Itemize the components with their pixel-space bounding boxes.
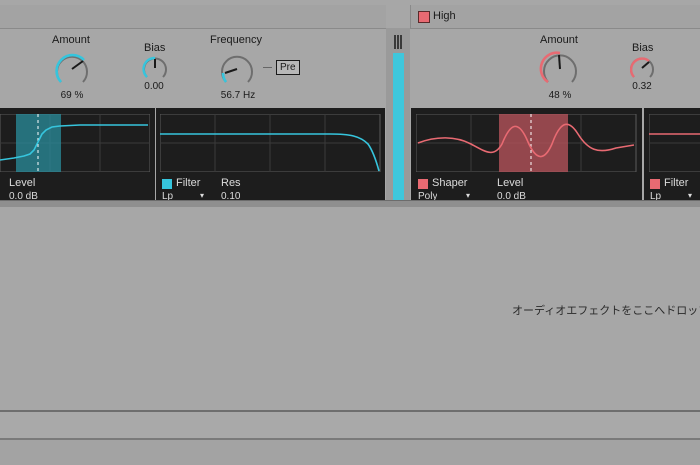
frequency-value: 56.7 Hz: [220, 90, 256, 101]
shaper-label: Shaper: [432, 177, 468, 189]
meter-handle[interactable]: [394, 35, 402, 49]
right-amount-knob[interactable]: [538, 48, 582, 90]
right-filter-type-select[interactable]: Lp: [650, 191, 661, 200]
level-value[interactable]: 0.0 dB: [9, 191, 38, 200]
filter-type-arrow-icon: ▾: [200, 191, 205, 200]
band-name: High: [433, 10, 456, 22]
footer-bar: [0, 412, 700, 438]
shaper-type-arrow-icon: ▾: [466, 191, 471, 200]
right-bias-value: 0.32: [632, 81, 652, 92]
shaper-type-select[interactable]: Poly: [418, 191, 437, 200]
right-level-value[interactable]: 0.0 dB: [497, 191, 526, 200]
right-filter-label: Filter: [664, 177, 689, 189]
right-amount-label: Amount: [540, 34, 578, 46]
filter-toggle[interactable]: [162, 179, 172, 189]
right-bias-label: Bias: [632, 42, 654, 54]
right-level-label: Level: [497, 177, 524, 189]
amount-label: Amount: [52, 34, 90, 46]
amount-value: 69 %: [60, 90, 84, 101]
amount-knob[interactable]: [51, 50, 93, 90]
footer-scrollbar[interactable]: [0, 440, 700, 465]
frequency-label: Frequency: [210, 34, 262, 46]
filter-type-select[interactable]: Lp: [162, 191, 173, 200]
shaper-curve: [0, 114, 150, 172]
bias-label: Bias: [144, 42, 166, 54]
shaper-toggle[interactable]: [418, 179, 428, 189]
band-toggle-high[interactable]: [418, 11, 430, 23]
res-value[interactable]: 0.10: [221, 191, 240, 200]
frequency-knob[interactable]: [216, 50, 258, 90]
right-bias-knob[interactable]: [627, 54, 659, 82]
drop-zone-text: オーディオエフェクトをここへドロップ: [512, 305, 700, 317]
left-device-header: [0, 5, 386, 29]
bias-value: 0.00: [144, 81, 164, 92]
filter-label: Filter: [176, 177, 201, 189]
right-filter-toggle[interactable]: [650, 179, 660, 189]
right-shaper-curve: [416, 114, 637, 172]
pre-button[interactable]: Pre: [276, 60, 300, 75]
right-filter-type-arrow-icon: ▾: [688, 191, 693, 200]
pre-connector: [263, 67, 272, 68]
level-label: Level: [9, 177, 36, 189]
right-filter-curve: [649, 114, 700, 172]
meter-level: [393, 53, 404, 200]
right-amount-value: 48 %: [548, 90, 572, 101]
bias-knob[interactable]: [140, 54, 170, 82]
filter-curve: [160, 114, 381, 172]
res-label: Res: [221, 177, 241, 189]
